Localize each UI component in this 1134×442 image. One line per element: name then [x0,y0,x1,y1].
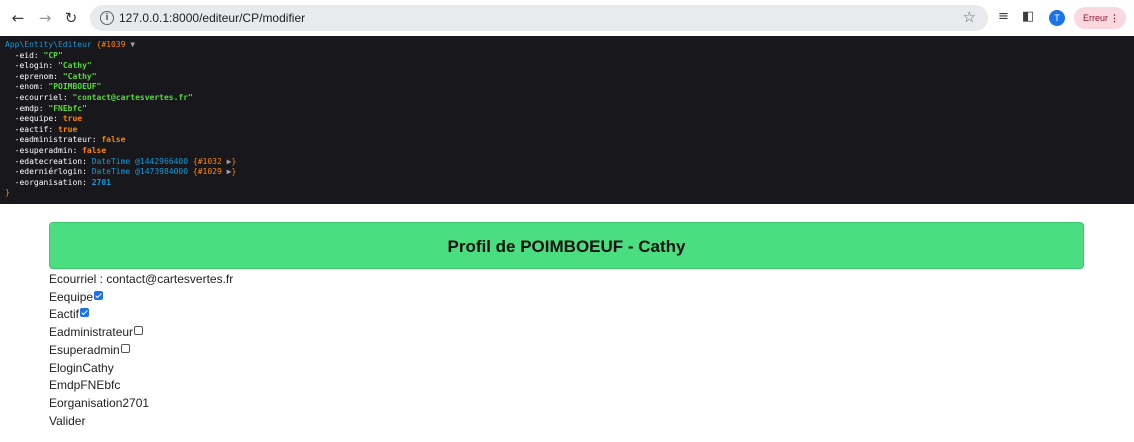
dump-prop-value: "POIMBOEUF" [48,82,102,92]
login-field: EloginCathy [49,361,114,375]
reading-list-icon[interactable]: ≡ [998,9,1009,24]
dump-prop-value: false [101,135,126,145]
equipe-checkbox[interactable] [94,291,104,300]
forward-arrow-icon[interactable]: → [35,8,55,28]
var-dump-panel: App\Entity\Editeur {#1039 ▼ -eid: "CP" -… [0,36,1134,204]
superadmin-label: Esuperadmin [49,343,120,357]
administrateur-label: Eadministrateur [49,325,134,339]
profile-banner: Profil de POIMBOEUF - Cathy [49,222,1084,269]
dump-prop-line: -esuperadmin: false [14,145,107,155]
dump-prop-line: -eactif: true [14,124,78,134]
mdp-field: EmdpFNEbfc [49,378,121,392]
dump-prop-line: -elogin: "Cathy" [14,61,92,71]
dump-prop-value: DateTime @1473984000 [91,167,189,177]
equipe-field: Eequipe [49,288,104,306]
dump-prop-key: -eactif [14,124,49,134]
back-arrow-icon[interactable]: ← [8,8,28,28]
site-info-icon[interactable]: i [100,11,114,25]
dump-ref: {#1039 [96,40,126,49]
submit-button[interactable]: Valider [49,412,85,430]
page-title: Profil de POIMBOEUF - Cathy [447,237,686,256]
dump-prop-line: -ecourriel: "contact@cartesvertes.fr" [14,92,193,102]
dump-prop-value: true [62,114,83,124]
dump-prop-key: -esuperadmin [14,145,73,155]
url-text[interactable]: 127.0.0.1:8000/editeur/CP/modifier [119,5,305,31]
menu-kebab-icon[interactable]: ⋮ [1110,7,1119,29]
dump-prop-key: -ederniérlogin [14,167,83,177]
dump-prop-ref: {#1032 [192,156,222,166]
dump-prop-value: 2701 [91,177,111,187]
dump-prop-key: -eprenom [14,71,54,81]
dump-close: } [5,188,10,198]
collapse-toggle-icon[interactable]: ▼ [130,40,135,49]
dump-prop-line: -edatecreation: DateTime @1442966400 {#1… [14,156,237,166]
dump-prop-key: -edatecreation [14,156,83,166]
dump-header: App\Entity\Editeur {#1039 ▼ [5,40,236,51]
actif-label: Eactif [49,307,80,321]
dump-prop-line: -eadministrateur: false [14,135,126,145]
var-dump-content: App\Entity\Editeur {#1039 ▼ -eid: "CP" -… [5,40,236,199]
dump-prop-value: "contact@cartesvertes.fr" [72,92,193,102]
dump-class-name: App\Entity\Editeur [5,40,92,49]
dump-prop-value: "Cathy" [62,71,97,81]
actif-checkbox[interactable] [80,308,90,317]
error-chip[interactable]: Erreur ⋮ [1074,7,1126,29]
error-label: Erreur [1083,13,1109,23]
dump-prop-close: } [231,167,237,177]
dump-prop-line: -ederniérlogin: DateTime @1473984000 {#1… [14,167,237,177]
equipe-label: Eequipe [49,290,94,304]
dump-prop-line: -eorganisation: 2701 [14,177,111,187]
superadmin-checkbox[interactable] [120,344,130,353]
dump-prop-ref: {#1029 [192,167,222,177]
browser-toolbar: ← → ↻ i 127.0.0.1:8000/editeur/CP/modifi… [0,0,1134,37]
dump-prop-line: -eid: "CP" [14,50,63,60]
profile-avatar[interactable]: T [1049,10,1065,26]
organisation-field: Eorganisation2701 [49,396,150,410]
administrateur-checkbox[interactable] [134,326,144,335]
address-bar[interactable]: i 127.0.0.1:8000/editeur/CP/modifier ☆ [90,5,988,31]
actif-field: Eactif [49,305,90,323]
bookmark-star-icon[interactable]: ☆ [963,8,976,26]
dump-prop-value: "Cathy" [58,61,92,71]
dump-prop-line: -eequipe: true [14,114,83,124]
dump-prop-key: -eequipe [14,114,54,124]
dump-prop-line: -eprenom: "Cathy" [14,71,97,81]
dump-prop-key: -enom [14,82,39,92]
reload-icon[interactable]: ↻ [61,8,81,28]
dump-prop-value: "FNEbfc" [48,103,87,113]
superadmin-field: Esuperadmin [49,341,130,359]
administrateur-field: Eadministrateur [49,323,144,341]
courriel-field: Ecourriel : contact@cartesvertes.fr [49,272,234,286]
dump-prop-key: -emdp [14,103,39,113]
dump-prop-value: DateTime @1442966400 [91,156,189,166]
dump-properties: -eid: "CP" -elogin: "Cathy" -eprenom: "C… [5,50,237,189]
dump-prop-key: -eadministrateur [14,135,92,145]
dump-prop-value: true [58,124,78,134]
dump-prop-value: false [82,145,107,155]
dump-prop-key: -elogin [14,61,49,71]
side-panel-icon[interactable]: ◧ [1022,9,1034,24]
dump-prop-close: } [231,156,237,166]
dump-prop-key: -ecourriel [14,92,63,102]
dump-prop-line: -enom: "POIMBOEUF" [14,82,102,92]
dump-prop-key: -eid [14,50,34,60]
dump-prop-value: "CP" [43,50,63,60]
dump-prop-key: -eorganisation [14,177,83,187]
dump-prop-line: -emdp: "FNEbfc" [14,103,87,113]
